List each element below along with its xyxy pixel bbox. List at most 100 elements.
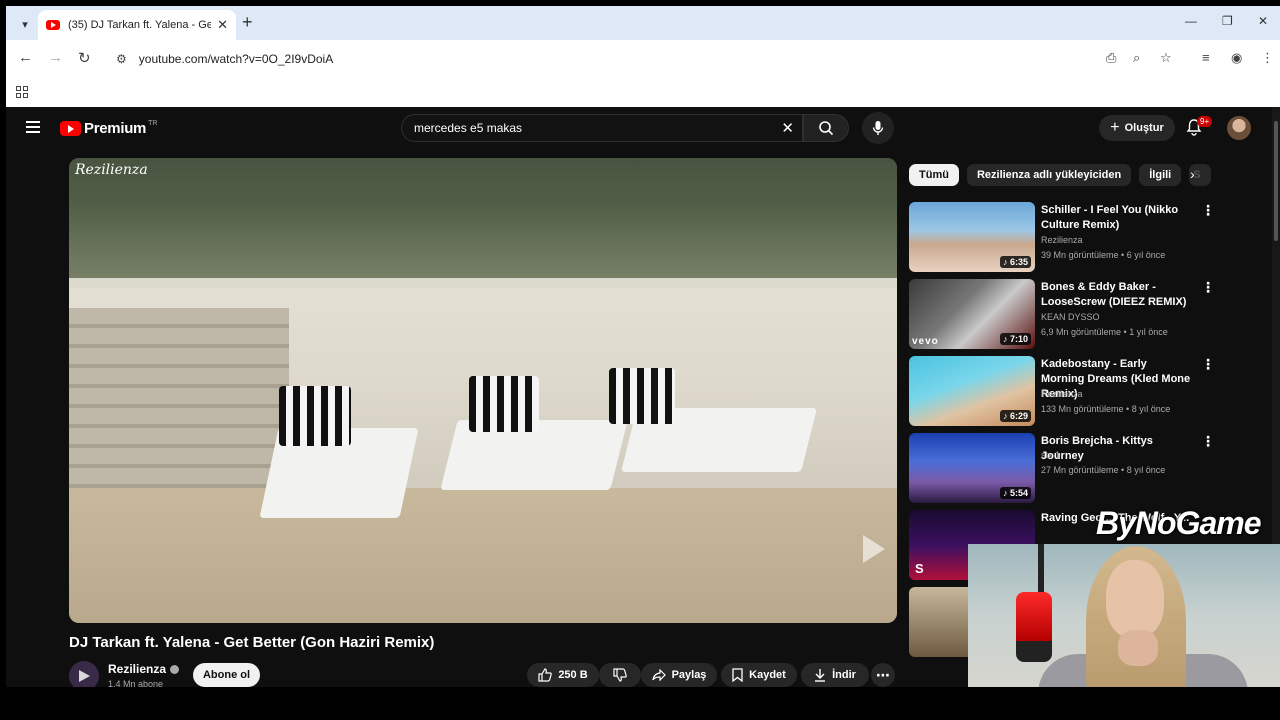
video-thumbnail[interactable]: ♪ 5:54 bbox=[909, 433, 1035, 503]
verified-icon bbox=[170, 665, 180, 675]
video-frame-pillow bbox=[609, 368, 675, 424]
tab-search-icon[interactable]: ▾ bbox=[14, 13, 36, 35]
create-button[interactable]: + Oluştur bbox=[1099, 115, 1175, 141]
download-label: İndir bbox=[832, 669, 856, 681]
plus-icon: + bbox=[1110, 119, 1120, 136]
url-text: youtube.com/watch?v=0O_2I9vDoiA bbox=[138, 52, 334, 66]
recommendation-meta: 133 Mn görüntüleme • 8 yıl önce bbox=[1041, 404, 1171, 414]
dislike-button[interactable] bbox=[599, 663, 641, 687]
install-app-icon[interactable]: ⎙ bbox=[1106, 50, 1116, 66]
search-input[interactable]: mercedes e5 makas ✕ bbox=[401, 114, 803, 142]
bookmark-star-icon[interactable]: ☆ bbox=[1160, 50, 1172, 66]
more-vertical-icon[interactable]: ⋮ bbox=[1201, 356, 1215, 373]
save-button[interactable]: Kaydet bbox=[721, 663, 797, 687]
site-info-icon[interactable]: ⚙ bbox=[116, 52, 127, 66]
recommendation-item[interactable]: ♪ 6:35 Schiller - I Feel You (Nikko Cult… bbox=[909, 202, 1269, 274]
address-bar[interactable]: ⚙ youtube.com/watch?v=0O_2I9vDoiA bbox=[106, 45, 1186, 73]
duration-badge: ♪ 6:35 bbox=[999, 256, 1031, 268]
recommendation-channel: stx 1 bbox=[1041, 450, 1061, 460]
channel-logo-icon: S bbox=[915, 561, 924, 576]
recommendation-item[interactable]: ♪ 6:29 Kadebostany - Early Morning Dream… bbox=[909, 356, 1269, 428]
microphone-icon bbox=[1016, 592, 1052, 662]
more-horizontal-icon: ⋯ bbox=[876, 666, 890, 683]
recommendation-meta: 27 Mn görüntüleme • 8 yıl önce bbox=[1041, 465, 1166, 475]
chevron-right-icon[interactable]: › bbox=[1190, 166, 1195, 182]
reload-icon[interactable]: ↻ bbox=[78, 49, 91, 67]
window-close-icon[interactable]: ✕ bbox=[1258, 14, 1268, 28]
video-thumbnail[interactable]: ♪ 6:35 bbox=[909, 202, 1035, 272]
recommendation-channel: Rezilienza bbox=[1041, 235, 1083, 245]
channel-logo-icon bbox=[79, 670, 90, 682]
search-icon bbox=[819, 121, 834, 136]
thumbs-down-icon bbox=[613, 668, 627, 682]
vevo-logo: vevo bbox=[912, 336, 939, 347]
download-icon bbox=[815, 669, 826, 682]
clear-search-icon[interactable]: ✕ bbox=[781, 119, 794, 137]
bookmark-icon bbox=[732, 668, 743, 682]
voice-search-button[interactable] bbox=[862, 112, 894, 144]
chip-related[interactable]: İlgili bbox=[1139, 164, 1182, 186]
minimize-icon[interactable]: — bbox=[1185, 14, 1197, 28]
more-vertical-icon[interactable]: ⋮ bbox=[1201, 279, 1215, 296]
chip-all[interactable]: Tümü bbox=[909, 164, 959, 186]
youtube-play-icon bbox=[60, 121, 81, 136]
logo-text: Premium bbox=[84, 120, 147, 137]
duration-badge: ♪ 7:10 bbox=[999, 333, 1031, 345]
recommendation-title: Schiller - I Feel You (Nikko Culture Rem… bbox=[1041, 204, 1179, 231]
recommendation-meta: 6,9 Mn görüntüleme • 1 yıl önce bbox=[1041, 327, 1168, 337]
search-query: mercedes e5 makas bbox=[414, 121, 523, 135]
youtube-logo[interactable]: Premium TR bbox=[60, 120, 157, 137]
video-thumbnail[interactable]: vevo ♪ 7:10 bbox=[909, 279, 1035, 349]
new-tab-icon[interactable]: + bbox=[242, 12, 253, 33]
search-button[interactable] bbox=[803, 114, 849, 142]
recommendation-item[interactable]: vevo ♪ 7:10 Bones & Eddy Baker - LooseSc… bbox=[909, 279, 1269, 351]
tab-close-icon[interactable]: ✕ bbox=[217, 17, 228, 33]
browser-menu-icon[interactable]: ⋮ bbox=[1261, 50, 1274, 66]
forward-icon[interactable]: → bbox=[48, 49, 63, 66]
screen: ▾ (35) DJ Tarkan ft. Yalena - Get Better… bbox=[0, 0, 1280, 720]
chip-from-uploader[interactable]: Rezilienza adlı yükleyiciden bbox=[966, 164, 1132, 186]
subscribe-button[interactable]: Abone ol bbox=[193, 663, 260, 687]
region-code: TR bbox=[148, 120, 158, 127]
back-icon[interactable]: ← bbox=[18, 49, 33, 66]
tab-strip: ▾ (35) DJ Tarkan ft. Yalena - Get Better… bbox=[6, 6, 1280, 40]
more-actions-button[interactable]: ⋯ bbox=[871, 663, 895, 687]
browser-toolbar: ← → ↻ ⚙ youtube.com/watch?v=0O_2I9vDoiA … bbox=[6, 40, 1280, 78]
recommendation-channel: KEAN DYSSO bbox=[1041, 312, 1100, 322]
browser-chrome: ▾ (35) DJ Tarkan ft. Yalena - Get Better… bbox=[6, 6, 1280, 107]
next-video-icon[interactable] bbox=[863, 535, 885, 563]
video-watermark: Rezilienza bbox=[75, 162, 148, 178]
duration-badge: ♪ 5:54 bbox=[999, 487, 1031, 499]
active-tab[interactable]: (35) DJ Tarkan ft. Yalena - Get Better (… bbox=[38, 10, 236, 40]
like-button[interactable]: 250 B bbox=[527, 663, 599, 687]
download-button[interactable]: İndir bbox=[801, 663, 869, 687]
video-thumbnail[interactable]: ♪ 6:29 bbox=[909, 356, 1035, 426]
media-control-icon[interactable]: ≡ bbox=[1202, 50, 1210, 65]
subscriber-count: 1,4 Mn abone bbox=[108, 679, 164, 687]
hamburger-menu-icon[interactable] bbox=[26, 121, 40, 133]
recommendation-channel: Rezilienza bbox=[1041, 389, 1083, 399]
bottom-black-bar bbox=[0, 687, 1280, 720]
more-vertical-icon[interactable]: ⋮ bbox=[1201, 433, 1215, 450]
notification-badge: 9+ bbox=[1197, 116, 1213, 127]
share-button[interactable]: Paylaş bbox=[641, 663, 717, 687]
recommendation-meta: 39 Mn görüntüleme • 6 yıl önce bbox=[1041, 250, 1166, 260]
maximize-icon[interactable]: ❐ bbox=[1222, 14, 1233, 28]
like-count: 250 B bbox=[558, 669, 588, 681]
profile-icon[interactable]: ◉ bbox=[1231, 50, 1242, 66]
video-frame-trees bbox=[69, 158, 897, 288]
video-frame-floor bbox=[69, 488, 897, 623]
channel-name[interactable]: Rezilienza bbox=[108, 662, 180, 676]
webcam-person-hand bbox=[1118, 630, 1158, 666]
save-label: Kaydet bbox=[749, 669, 786, 681]
video-player[interactable]: Rezilienza bbox=[69, 158, 897, 623]
more-vertical-icon[interactable]: ⋮ bbox=[1201, 202, 1215, 219]
video-frame-pillow bbox=[469, 376, 539, 432]
duration-badge: ♪ 6:29 bbox=[999, 410, 1031, 422]
apps-grid-icon[interactable] bbox=[16, 86, 28, 98]
zoom-icon[interactable]: ⌕ bbox=[1133, 50, 1140, 66]
webcam-person-face bbox=[1106, 560, 1164, 638]
channel-avatar[interactable] bbox=[69, 661, 99, 687]
account-avatar[interactable] bbox=[1227, 116, 1251, 140]
recommendation-item[interactable]: ♪ 5:54 Boris Brejcha - Kittys Journey st… bbox=[909, 433, 1269, 505]
